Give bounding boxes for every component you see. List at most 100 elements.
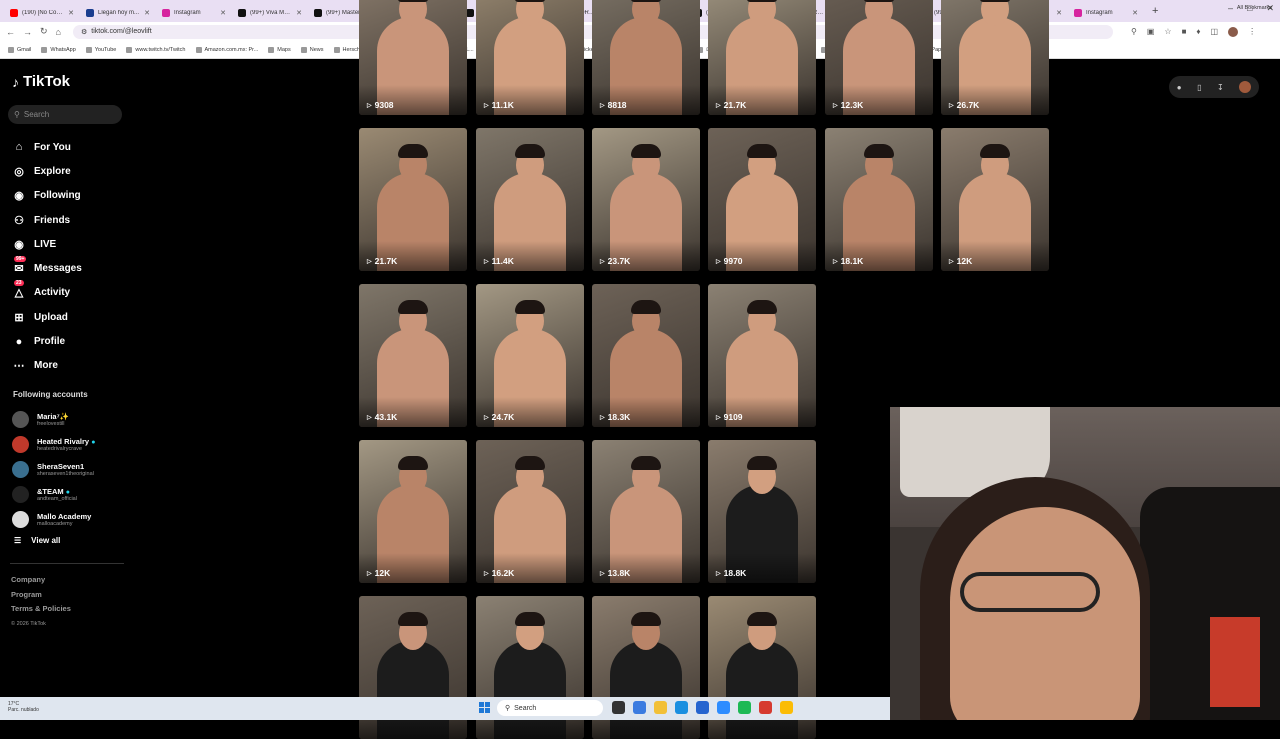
copilot-icon[interactable]: [633, 701, 646, 714]
extensions-puzzle-icon[interactable]: ♦: [1196, 27, 1200, 37]
video-view-count: ▷ 11.1K: [484, 100, 514, 110]
footer-link-program[interactable]: Program: [11, 588, 71, 603]
messages-icon: ✉ 99+: [14, 255, 27, 276]
video-tile[interactable]: ▷ 9970: [708, 128, 816, 271]
view-count-text: 9109: [723, 412, 743, 422]
weather-widget[interactable]: 17°C Parc. nublado: [8, 701, 39, 713]
video-tile[interactable]: ▷ 12K: [941, 128, 1049, 271]
minimize-icon[interactable]: –: [1228, 3, 1233, 14]
nav-item-messages[interactable]: ✉ 99+ Messages: [12, 255, 82, 280]
play-icon: ▷: [367, 102, 372, 109]
video-tile[interactable]: ▷ 9109: [708, 284, 816, 427]
back-icon[interactable]: ←: [6, 27, 15, 37]
file-explorer-icon[interactable]: [654, 701, 667, 714]
video-tile[interactable]: ▷ 26.7K: [941, 0, 1049, 115]
nav-item-upload[interactable]: ⊞ Upload: [12, 305, 82, 329]
site-info-icon[interactable]: ⚙: [81, 28, 87, 36]
video-tile[interactable]: ▷ 11.4K: [476, 128, 584, 271]
following-account[interactable]: Maria⁷✨ freelovestill: [12, 407, 95, 432]
video-tile[interactable]: ▷ 11.1K: [476, 0, 584, 115]
tab-close-icon[interactable]: ✕: [144, 9, 150, 17]
nav-item-live[interactable]: ◉ LIVE: [12, 232, 82, 256]
bookmark-item[interactable]: WhatsApp: [41, 46, 76, 53]
chrome-icon[interactable]: [780, 701, 793, 714]
nav-label: Explore: [34, 165, 71, 177]
extension-icon[interactable]: ■: [1182, 27, 1187, 37]
footer-link-company[interactable]: Company: [11, 573, 71, 588]
play-icon: ▷: [484, 102, 489, 109]
tab-close-icon[interactable]: ✕: [68, 9, 74, 17]
tab-close-icon[interactable]: ✕: [220, 9, 226, 17]
spotify-icon[interactable]: [738, 701, 751, 714]
browser-menu-icon[interactable]: ⋮: [1248, 27, 1256, 37]
browser-tab[interactable]: (99+) Viva Me... ✕: [232, 4, 308, 22]
browser-tab[interactable]: (190) [No Copy... ✕: [4, 4, 80, 22]
video-tile[interactable]: ▷ 23.7K: [592, 128, 700, 271]
all-bookmarks[interactable]: All Bookmarks: [1237, 5, 1272, 11]
taskbar-search[interactable]: ⚲ Search: [497, 700, 603, 716]
bookmark-item[interactable]: www.twitch.tv/Twitch: [126, 46, 186, 53]
video-tile[interactable]: ▷ 21.7K: [708, 0, 816, 115]
video-tile[interactable]: ▷ 8818: [592, 0, 700, 115]
download-icon[interactable]: ↧: [1217, 83, 1224, 92]
tab-close-icon[interactable]: ✕: [296, 9, 302, 17]
tab-close-icon[interactable]: ✕: [1132, 9, 1138, 17]
video-tile[interactable]: ▷ 18.3K: [592, 284, 700, 427]
video-thumbnail-hair: [398, 0, 428, 2]
bookmark-star-icon[interactable]: ☆: [1164, 27, 1171, 37]
footer-link-terms[interactable]: Terms & Policies: [11, 602, 71, 617]
video-tile[interactable]: ▷ 16.2K: [476, 440, 584, 583]
browser-tab[interactable]: Llegan hoy m... ✕: [80, 4, 156, 22]
device-icon[interactable]: ▯: [1197, 83, 1201, 92]
forward-icon[interactable]: →: [23, 27, 32, 37]
video-tile[interactable]: ▷ 24.7K: [476, 284, 584, 427]
outlook-icon[interactable]: [696, 701, 709, 714]
bookmark-item[interactable]: News: [300, 46, 324, 53]
zoom-icon[interactable]: ⚲: [1131, 27, 1137, 37]
nav-item-explore[interactable]: ◎ Explore: [12, 159, 82, 183]
following-account[interactable]: Heated Rivalry ● heatedrivalrycrave: [12, 432, 95, 457]
bookmark-item[interactable]: Amazon.com.mx: Pr...: [195, 46, 259, 53]
following-account[interactable]: &TEAM ● andteam_official: [12, 482, 95, 507]
nav-item-friends[interactable]: ⚇ Friends: [12, 208, 82, 232]
video-tile[interactable]: ▷ 43.1K: [359, 284, 467, 427]
coins-icon[interactable]: ●: [1177, 83, 1182, 92]
nav-item-activity[interactable]: △ 23 Activity: [12, 279, 82, 305]
nav-item-for-you[interactable]: ⌂ For You: [12, 135, 82, 159]
bookmark-item[interactable]: YouTube: [85, 46, 116, 53]
browser-tab[interactable]: Instagram ✕: [156, 4, 232, 22]
video-tile[interactable]: ▷ 9308: [359, 0, 467, 115]
video-tile[interactable]: ▷ 13.8K: [592, 440, 700, 583]
bookmark-item[interactable]: Gmail: [8, 46, 31, 53]
new-tab-icon[interactable]: +: [1152, 5, 1158, 17]
reload-icon[interactable]: ↻: [40, 26, 48, 37]
video-tile[interactable]: ▷ 21.7K: [359, 128, 467, 271]
edge-icon[interactable]: [675, 701, 688, 714]
bookmark-item[interactable]: Maps: [268, 46, 291, 53]
video-tile[interactable]: ▷ 12K: [359, 440, 467, 583]
view-all-button[interactable]: ☰ View all: [14, 536, 60, 545]
task-view-icon[interactable]: [612, 701, 625, 714]
following-account[interactable]: SheraSeven1 sheraseven1theoriginal: [12, 457, 95, 482]
sidebar-icon[interactable]: ◫: [1211, 27, 1219, 37]
zoom-app-icon[interactable]: [717, 701, 730, 714]
red-app-icon[interactable]: [759, 701, 772, 714]
video-tile[interactable]: ▷ 12.3K: [825, 0, 933, 115]
video-tile[interactable]: ▷ 18.1K: [825, 128, 933, 271]
following-account[interactable]: Mallo Academy malloacademy: [12, 507, 95, 532]
nav-item-following[interactable]: ◉ Following: [12, 184, 82, 208]
nav-item-more[interactable]: ⋯ More: [12, 354, 82, 378]
browser-tab[interactable]: Instagram ✕: [1068, 4, 1144, 22]
tab-close-icon[interactable]: ✕: [1056, 9, 1062, 17]
home-browser-icon[interactable]: ⌂: [56, 27, 61, 37]
nav-item-profile[interactable]: ● Profile: [12, 329, 82, 353]
video-tile[interactable]: ▷ 18.8K: [708, 440, 816, 583]
start-button[interactable]: [479, 702, 491, 714]
search-input[interactable]: ⚲ Search: [8, 105, 122, 124]
user-avatar[interactable]: [1239, 81, 1252, 93]
cast-icon[interactable]: ▣: [1147, 27, 1155, 37]
bookmark-label: Amazon.com.mx: Pr...: [204, 46, 259, 53]
view-count-text: 9970: [723, 256, 743, 266]
tiktok-logo[interactable]: ♪ TikTok: [12, 73, 70, 90]
browser-profile-avatar[interactable]: [1228, 26, 1239, 37]
